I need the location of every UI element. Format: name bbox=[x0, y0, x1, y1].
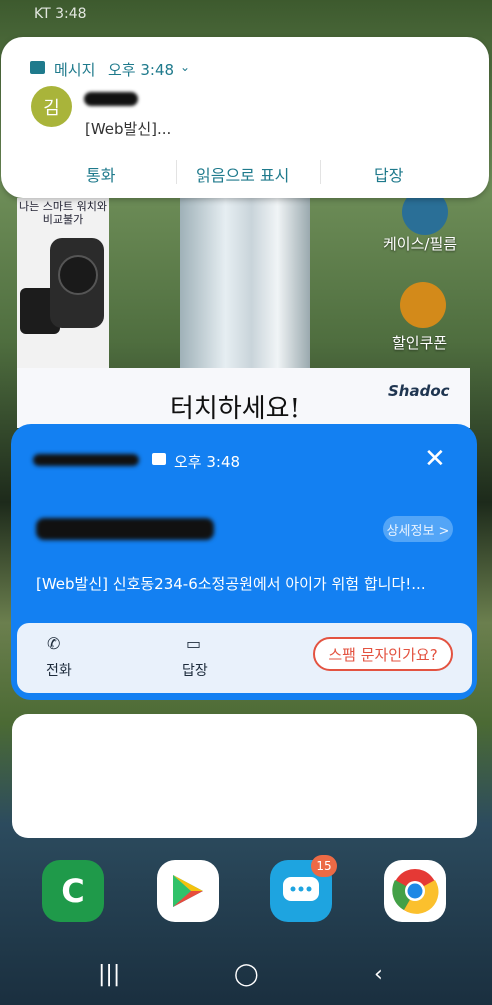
reply-action-button[interactable]: 답장 bbox=[374, 162, 403, 186]
message-icon bbox=[30, 61, 45, 74]
back-icon[interactable]: ‹ bbox=[374, 962, 383, 987]
avatar: 김 bbox=[31, 86, 72, 127]
sender-number-redacted bbox=[36, 518, 214, 540]
action-divider bbox=[320, 160, 321, 184]
action-divider bbox=[176, 160, 177, 184]
empty-card bbox=[12, 714, 477, 838]
phone-icon[interactable]: ✆ bbox=[47, 634, 60, 653]
card-time: 오후 3:48 bbox=[174, 453, 241, 471]
call-action-button[interactable]: 통화 bbox=[86, 162, 115, 186]
banner-text: 터치하세요! bbox=[170, 394, 301, 424]
coupon-icon[interactable] bbox=[400, 282, 446, 328]
phone-app-icon[interactable]: C bbox=[42, 860, 104, 922]
notification-app-name: 메시지 bbox=[54, 61, 96, 79]
sender-redacted bbox=[33, 454, 139, 466]
waterfall-wallpaper bbox=[180, 190, 310, 370]
watch-face-image bbox=[58, 255, 98, 295]
coupon-label: 할인쿠폰 bbox=[392, 334, 448, 352]
reply-label[interactable]: 답장 bbox=[182, 660, 208, 680]
status-bar-time: KT 3:48 bbox=[34, 6, 87, 22]
sender-name-redacted bbox=[84, 92, 138, 106]
play-store-icon[interactable] bbox=[157, 860, 219, 922]
case-label: 케이스/필름 bbox=[383, 235, 458, 253]
notification-time: 오후 3:48 bbox=[108, 61, 175, 79]
detail-info-button[interactable]: 상세정보 > bbox=[383, 516, 453, 542]
mark-read-action-button[interactable]: 읽음으로 표시 bbox=[196, 162, 289, 186]
brand-logo: Shadoc bbox=[388, 382, 450, 400]
home-icon[interactable]: ◯ bbox=[234, 962, 259, 987]
ad-text: 나는 스마트 워치와 비교불가 bbox=[19, 200, 107, 226]
unread-badge: 15 bbox=[311, 855, 337, 877]
chat-icon[interactable]: ▭ bbox=[186, 634, 201, 653]
chrome-icon[interactable] bbox=[384, 860, 446, 922]
call-label[interactable]: 전화 bbox=[46, 660, 72, 680]
close-icon[interactable]: ✕ bbox=[424, 446, 446, 472]
card-message: [Web발신] 신호동234-6소정공원에서 아이가 위험 합니다!... bbox=[36, 575, 426, 593]
notification-message: [Web발신]... bbox=[85, 120, 172, 138]
message-icon bbox=[152, 453, 166, 465]
spam-report-button[interactable]: 스팸 문자인가요? bbox=[313, 637, 453, 671]
chevron-down-icon[interactable]: ⌄ bbox=[180, 60, 190, 74]
recent-apps-icon[interactable]: ||| bbox=[98, 962, 120, 987]
